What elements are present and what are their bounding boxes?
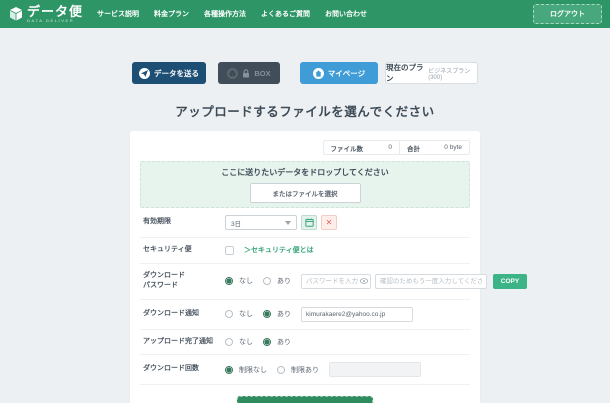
logout-button[interactable]: ログアウト [533,4,602,24]
password-yes-label: あり [277,276,291,286]
header: データ便 DATA DELIVER サービス説明 料金プラン 各種操作方法 よく… [0,0,610,28]
home-icon [313,68,324,79]
security-row: セキュリティ便 ＞セキュリティ便とは [140,238,470,264]
ul-notify-none-label: なし [239,337,253,347]
nav-item-faq[interactable]: よくあるご質問 [261,9,310,19]
security-label: セキュリティ便 [143,245,225,256]
clear-expiry-button[interactable]: ✕ [321,215,337,230]
cube-logo-icon [8,6,24,22]
current-plan-value: ビジネスプラン(300) [428,66,477,81]
total-size-value: 0 byte [427,141,469,154]
current-plan-label: 現在のプラン [386,62,425,84]
eye-icon[interactable] [360,277,368,285]
password-none-radio[interactable] [225,277,233,285]
logo-title: データ便 [27,5,83,18]
paper-plane-icon [139,68,150,79]
ul-notify-yes-radio[interactable] [263,338,271,346]
main-nav: サービス説明 料金プラン 各種操作方法 よくあるご質問 お問い合わせ [97,9,367,19]
download-notify-row: ダウンロード通知 なし あり [140,300,470,330]
password-yes-radio[interactable] [263,277,271,285]
dl-count-unlimited-label: 制限なし [239,365,267,375]
password-confirm-input[interactable] [375,274,487,289]
password-none-label: なし [239,276,253,286]
calendar-button[interactable] [301,215,317,230]
upload-complete-notify-row: アップロード完了通知 なし あり [140,330,470,356]
download-password-row: ダウンロード パスワード なし あり COPY [140,264,470,300]
expiry-select[interactable]: 3日 [225,215,297,230]
copy-password-button[interactable]: COPY [493,274,527,289]
file-summary: ファイル数 0 合計 0 byte [140,140,470,155]
nav-item-pricing[interactable]: 料金プラン [154,9,189,19]
tab-mypage-label: マイページ [328,68,365,79]
expiry-selected-value: 3日 [231,218,241,228]
dl-notify-yes-radio[interactable] [263,310,271,318]
dl-count-unlimited-radio[interactable] [225,366,233,374]
dl-notify-none-label: なし [239,309,253,319]
file-count-value: 0 [370,141,400,154]
notify-email-input[interactable] [301,307,413,322]
dl-notify-none-radio[interactable] [225,310,233,318]
nav-item-contact[interactable]: お問い合わせ [325,9,367,19]
upload-card: ファイル数 0 合計 0 byte ここに送りたいデータをドロップしてください … [130,131,480,403]
select-files-button[interactable]: またはファイルを選択 [250,183,361,203]
current-plan-box: 現在のプラン ビジネスプラン(300) [385,62,478,84]
chevron-down-icon [285,221,291,225]
box-circle-icon [227,68,238,79]
expiry-label: 有効期限 [143,217,225,228]
download-limit-input[interactable] [329,362,421,377]
dropzone-text: ここに送りたいデータをドロップしてください [221,167,389,178]
download-notify-label: ダウンロード通知 [143,309,225,320]
ul-notify-yes-label: あり [277,337,291,347]
tab-box-label: BOX [254,69,270,78]
tab-send-label: データを送る [154,68,199,79]
download-password-label: ダウンロード パスワード [143,271,225,292]
file-count-label: ファイル数 [324,141,371,154]
download-count-label: ダウンロード回数 [143,364,225,375]
file-dropzone[interactable]: ここに送りたいデータをドロップしてください またはファイルを選択 [140,161,470,208]
upload-files-button[interactable]: ファイルをアップロード [237,396,374,403]
expiry-row: 有効期限 3日 ✕ [140,208,470,238]
security-checkbox[interactable] [225,246,234,255]
nav-item-service[interactable]: サービス説明 [97,9,139,19]
lock-icon [242,69,250,78]
tab-box[interactable]: BOX [218,62,280,84]
ul-notify-none-radio[interactable] [225,338,233,346]
dl-count-limited-label: 制限あり [291,365,319,375]
upload-complete-notify-label: アップロード完了通知 [143,337,225,348]
tab-send-data[interactable]: データを送る [132,62,206,84]
download-count-row: ダウンロード回数 制限なし 制限あり [140,355,470,385]
logo-subtitle: DATA DELIVER [27,19,83,23]
logo[interactable]: データ便 DATA DELIVER [8,5,83,23]
dl-notify-yes-label: あり [277,309,291,319]
tab-mypage[interactable]: マイページ [300,62,378,84]
security-info-link[interactable]: ＞セキュリティ便とは [244,245,314,255]
dl-count-limited-radio[interactable] [277,366,285,374]
page-title: アップロードするファイルを選んでください [0,101,610,120]
nav-item-howto[interactable]: 各種操作方法 [204,9,246,19]
tab-row: データを送る BOX マイページ 現在のプラン ビジネスプラン(300) [132,62,478,84]
total-size-label: 合計 [400,141,427,154]
